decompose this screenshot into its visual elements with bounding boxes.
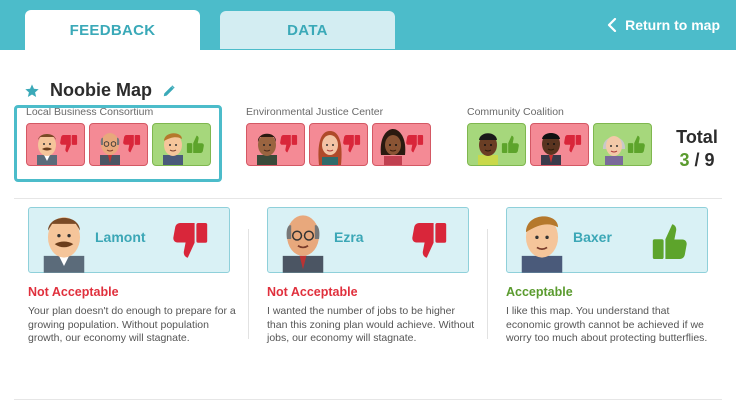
avatar [257, 133, 277, 165]
selected-group-outline [14, 105, 222, 182]
avatar [318, 131, 342, 165]
thumbs-down-icon [280, 133, 298, 155]
divider [248, 229, 249, 339]
avatar [380, 129, 406, 165]
stakeholder-card[interactable] [372, 123, 431, 166]
stakeholder-name: Baxer [573, 229, 612, 245]
stakeholder-detail-baxer: Baxer Acceptable I like this map. You un… [506, 207, 726, 346]
thumbs-up-icon [501, 133, 519, 155]
stakeholder-detail-ezra: Ezra Not Acceptable I wanted the number … [267, 207, 487, 346]
verdict-label: Acceptable [506, 285, 573, 299]
verdict-label: Not Acceptable [267, 285, 358, 299]
return-to-map-button[interactable]: Return to map [607, 17, 720, 33]
map-title-row: Noobie Map [24, 80, 176, 101]
stakeholder-card[interactable] [246, 123, 305, 166]
thumbs-down-icon [564, 133, 582, 155]
total-separator: / [694, 150, 700, 170]
total-label: Total [676, 127, 718, 147]
avatar [602, 136, 626, 165]
feedback-comment: I like this map. You understand that eco… [506, 305, 708, 344]
group-label: Environmental Justice Center [246, 106, 384, 118]
thumbs-down-icon [412, 221, 448, 261]
stakeholder-name: Ezra [334, 229, 364, 245]
stakeholder-card[interactable] [593, 123, 652, 166]
avatar [521, 216, 563, 273]
stakeholder-header: Ezra [267, 207, 469, 273]
stakeholder-header: Lamont [28, 207, 230, 273]
avatar [282, 215, 324, 273]
avatar [478, 133, 498, 165]
feedback-comment: I wanted the number of jobs to be higher… [267, 305, 475, 344]
stakeholder-card[interactable] [467, 123, 526, 166]
verdict-label: Not Acceptable [28, 285, 119, 299]
pencil-icon[interactable] [162, 84, 176, 98]
return-to-map-label: Return to map [625, 17, 720, 33]
chevron-left-icon [608, 18, 617, 32]
stakeholder-header: Baxer [506, 207, 708, 273]
avatar [43, 217, 85, 273]
stakeholder-card[interactable] [530, 123, 589, 166]
total-value: 3 / 9 [673, 150, 721, 171]
tab-feedback[interactable]: FEEDBACK [25, 10, 200, 50]
thumbs-down-icon [173, 221, 209, 261]
tab-data[interactable]: DATA [220, 11, 395, 49]
group-community-coalition: Community Coalition [467, 106, 652, 166]
thumbs-down-icon [343, 133, 361, 155]
stakeholder-detail-lamont: Lamont Not Acceptable Your plan doesn't … [28, 207, 248, 346]
stakeholder-card[interactable] [309, 123, 368, 166]
group-environmental-justice-center: Environmental Justice Center [246, 106, 431, 166]
page-title: Noobie Map [50, 80, 152, 100]
top-bar: FEEDBACK DATA Return to map [0, 0, 736, 50]
stakeholder-details: Lamont Not Acceptable Your plan doesn't … [14, 198, 722, 400]
feedback-comment: Your plan doesn't do enough to prepare f… [28, 305, 236, 344]
thumbs-up-icon [651, 221, 687, 261]
stakeholder-name: Lamont [95, 229, 146, 245]
star-icon [24, 83, 40, 99]
total-count: 9 [704, 150, 715, 170]
divider [487, 229, 488, 339]
avatar [541, 133, 561, 165]
thumbs-down-icon [406, 133, 424, 155]
group-label: Community Coalition [467, 106, 564, 118]
total-score: Total 3 / 9 [673, 127, 721, 171]
thumbs-up-icon [627, 133, 645, 155]
feedback-panel: Noobie Map Local Business Consortium Env… [0, 50, 736, 414]
total-approved: 3 [679, 150, 690, 170]
